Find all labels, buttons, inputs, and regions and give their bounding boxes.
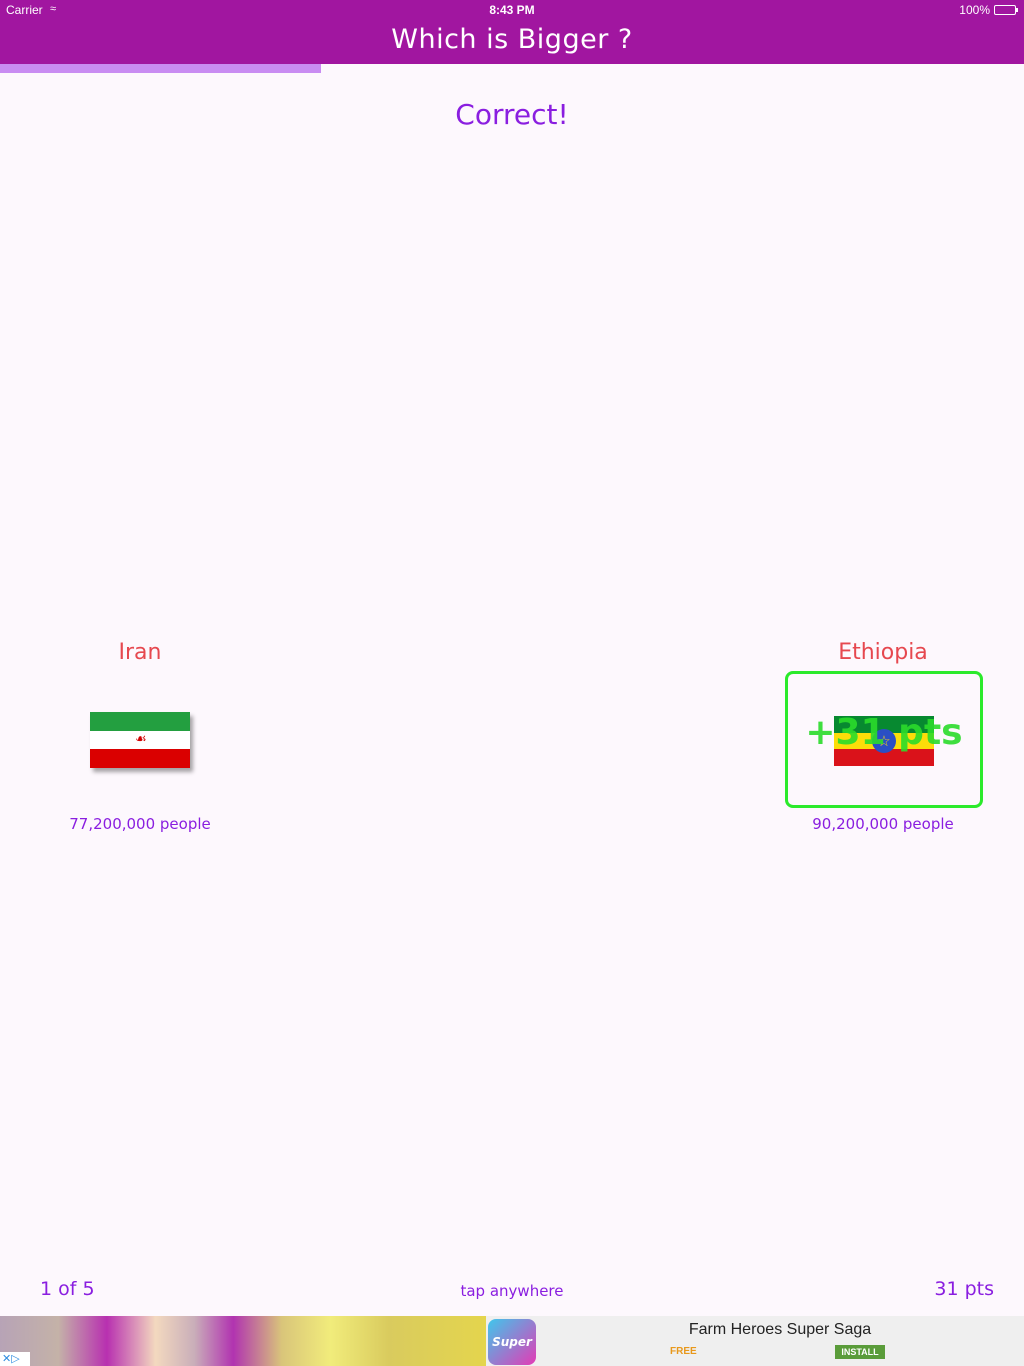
nav-bar: Which is Bigger ? bbox=[0, 20, 1024, 64]
score-total: 31 pts bbox=[934, 1278, 994, 1300]
iran-emblem-icon: ☙ bbox=[135, 732, 147, 747]
ad-app-icon[interactable]: Super bbox=[488, 1319, 536, 1365]
ad-choices-icon[interactable]: ✕▷ bbox=[0, 1352, 30, 1366]
page-title: Which is Bigger ? bbox=[391, 24, 633, 55]
ad-price: FREE bbox=[670, 1346, 697, 1357]
battery-icon bbox=[994, 5, 1018, 15]
ad-image[interactable] bbox=[0, 1316, 486, 1366]
ad-install-button[interactable]: INSTALL bbox=[835, 1345, 885, 1359]
country-name-right: Ethiopia bbox=[838, 640, 928, 665]
quiz-progress-bar bbox=[0, 64, 1024, 73]
flag-band bbox=[90, 712, 190, 731]
flag-band bbox=[90, 749, 190, 768]
flag-iran[interactable]: ☙ bbox=[90, 712, 190, 768]
tap-anywhere-hint: tap anywhere bbox=[460, 1282, 564, 1300]
points-earned-overlay: +31 pts bbox=[805, 712, 963, 753]
country-name-left: Iran bbox=[118, 640, 162, 665]
ad-banner[interactable]: ✕▷ Super Farm Heroes Super Saga FREE INS… bbox=[0, 1316, 1024, 1366]
population-left: 77,200,000 people bbox=[69, 815, 211, 833]
status-time: 8:43 PM bbox=[489, 3, 535, 17]
population-right: 90,200,000 people bbox=[812, 815, 954, 833]
status-bar: Carrier ≈ 8:43 PM 100% bbox=[0, 0, 1024, 20]
ad-title[interactable]: Farm Heroes Super Saga bbox=[560, 1321, 1000, 1339]
result-message: Correct! bbox=[455, 98, 569, 131]
battery-percentage: 100% bbox=[959, 3, 990, 17]
quiz-progress-fill bbox=[0, 64, 321, 73]
